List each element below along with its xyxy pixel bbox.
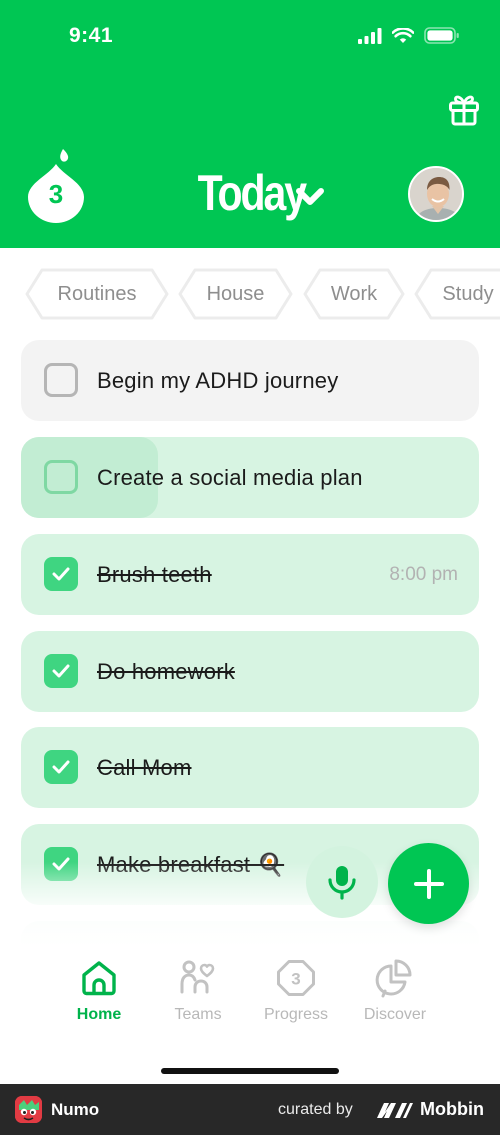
task-checkbox[interactable] (44, 363, 78, 397)
tab-label: Teams (174, 1006, 222, 1023)
tab-teams[interactable]: Teams (148, 958, 248, 1024)
mobbin-brand: Mobbin (376, 1084, 484, 1135)
home-icon (82, 961, 116, 996)
tab-label: Home (76, 1006, 122, 1023)
avatar[interactable] (408, 166, 464, 222)
chip-study[interactable]: Study (413, 267, 500, 321)
progress-icon: 3 (277, 960, 315, 996)
task-item[interactable]: Begin my ADHD journey (21, 340, 479, 421)
footer-bar: Numo curated by Mobbin (0, 1084, 500, 1135)
tab-label: Progress (263, 1006, 329, 1023)
checkmark-icon (52, 567, 70, 581)
chip-house[interactable]: House (177, 267, 294, 321)
gift-icon[interactable] (448, 92, 480, 126)
chip-routines[interactable]: Routines (24, 267, 170, 321)
teams-icon (180, 960, 215, 994)
wifi-icon (392, 27, 414, 43)
chip-work[interactable]: Work (302, 267, 406, 321)
signal-icon (358, 27, 382, 44)
chip-label: Study (442, 282, 494, 305)
task-item[interactable]: Call Mom (21, 727, 479, 808)
chip-label: Routines (57, 282, 137, 305)
app-logo-icon (15, 1096, 42, 1123)
curated-by-label: curated by (278, 1100, 353, 1118)
task-label: Brush teeth (97, 561, 212, 587)
header: 9:41 3 Today (0, 0, 500, 248)
discover-icon (375, 959, 412, 998)
tab-discover[interactable]: Discover (345, 958, 445, 1024)
tab-home[interactable]: Home (49, 958, 149, 1024)
task-checkbox-checked[interactable] (44, 557, 78, 591)
task-item[interactable]: Create a social media plan (21, 437, 479, 518)
status-icons (358, 27, 460, 44)
mobbin-logo-icon (377, 1102, 413, 1118)
page-title: Today (198, 165, 307, 221)
home-indicator (161, 1068, 339, 1074)
add-task-button[interactable] (388, 843, 469, 924)
mobbin-label: Mobbin (420, 1099, 484, 1119)
microphone-icon (328, 866, 356, 900)
plus-icon (413, 868, 444, 899)
progress-badge-number: 3 (291, 970, 300, 989)
task-checkbox-checked[interactable] (44, 750, 78, 784)
voice-input-button[interactable] (306, 846, 378, 918)
task-label: Do homework (97, 658, 235, 684)
app-name: Numo (51, 1099, 100, 1119)
task-checkbox[interactable] (44, 460, 78, 494)
tab-label: Discover (363, 1006, 427, 1023)
chip-label: Work (330, 282, 378, 305)
task-checkbox-checked[interactable] (44, 654, 78, 688)
checkmark-icon (52, 760, 70, 774)
status-time: 9:41 (69, 24, 114, 47)
tab-progress[interactable]: 3 Progress (246, 958, 346, 1024)
checkmark-icon (52, 664, 70, 678)
app-screen: 9:41 3 Today Routines House Work Study B… (0, 0, 500, 1135)
chip-label: House (206, 282, 265, 305)
task-item[interactable]: Do homework (21, 631, 479, 712)
task-time: 8:00 pm (389, 563, 458, 585)
bottom-tab-bar: Home Teams 3 Progress Discover (0, 948, 500, 1084)
task-label: Create a social media plan (97, 464, 363, 490)
filter-chips: Routines House Work Study (0, 267, 500, 321)
task-item[interactable]: Brush teeth 8:00 pm (21, 534, 479, 615)
task-label: Begin my ADHD journey (97, 367, 339, 393)
task-label: Call Mom (97, 754, 192, 780)
battery-icon (424, 27, 459, 44)
